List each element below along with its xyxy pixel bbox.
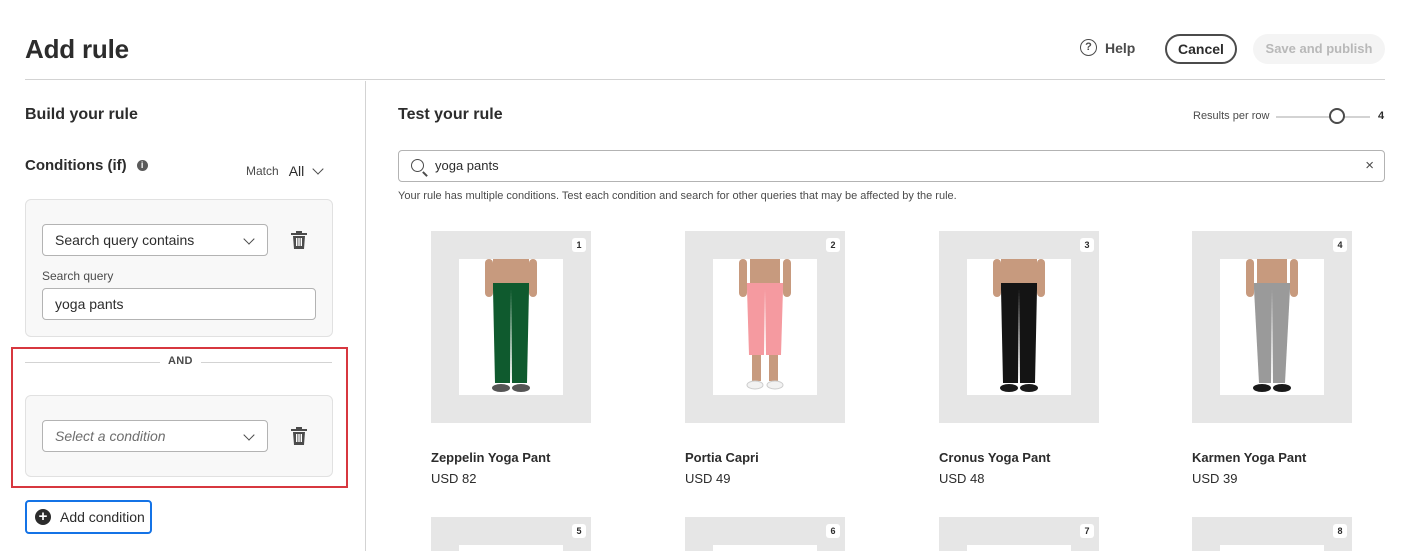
page-title: Add rule xyxy=(25,34,129,64)
product-image[interactable]: 3 xyxy=(939,231,1099,423)
plus-icon: + xyxy=(35,509,51,525)
match-dropdown[interactable]: Match All xyxy=(246,162,324,179)
product-photo xyxy=(1220,259,1324,395)
save-and-publish-button[interactable]: Save and publish xyxy=(1253,34,1385,64)
condition-type-value: Search query contains xyxy=(55,232,195,248)
match-label: Match xyxy=(246,164,279,178)
search-icon xyxy=(411,159,424,172)
chevron-down-icon xyxy=(243,233,255,245)
select-condition-placeholder: Select a condition xyxy=(55,428,166,444)
help-label: Help xyxy=(1105,39,1136,56)
product-photo xyxy=(713,259,817,395)
product-photo xyxy=(1220,545,1324,551)
search-query-label: Search query xyxy=(42,269,114,283)
select-condition-dropdown[interactable]: Select a condition xyxy=(42,420,268,452)
build-rule-title: Build your rule xyxy=(25,106,138,123)
product-price: USD 39 xyxy=(1192,471,1238,486)
rank-badge: 1 xyxy=(572,238,586,252)
product-price: USD 49 xyxy=(685,471,731,486)
header: Add rule ? Help Cancel Save and publish xyxy=(25,0,1385,80)
product-image[interactable]: 6 xyxy=(685,517,845,551)
test-hint-text: Your rule has multiple conditions. Test … xyxy=(398,190,957,202)
test-search-input[interactable]: yoga pants × xyxy=(398,150,1385,182)
rank-badge: 8 xyxy=(1333,524,1347,538)
test-rule-title: Test your rule xyxy=(398,106,503,123)
product-name[interactable]: Cronus Yoga Pant xyxy=(939,450,1050,465)
help-icon: ? xyxy=(1080,39,1097,56)
condition-type-select[interactable]: Search query contains xyxy=(42,224,268,256)
results-per-row-value: 4 xyxy=(1378,110,1385,122)
product-image[interactable]: 2 xyxy=(685,231,845,423)
product-image[interactable]: 7 xyxy=(939,517,1099,551)
search-query-text: yoga pants xyxy=(435,158,499,173)
trash-icon[interactable] xyxy=(291,427,307,445)
rank-badge: 3 xyxy=(1080,238,1094,252)
product-photo xyxy=(967,545,1071,551)
product-name[interactable]: Zeppelin Yoga Pant xyxy=(431,450,550,465)
product-photo xyxy=(967,259,1071,395)
search-query-input[interactable]: yoga pants xyxy=(42,288,316,320)
info-icon[interactable]: i xyxy=(136,160,148,171)
rank-badge: 4 xyxy=(1333,238,1347,252)
and-label: AND xyxy=(160,355,201,367)
cancel-button[interactable]: Cancel xyxy=(1165,34,1237,64)
rank-badge: 6 xyxy=(826,524,840,538)
rank-badge: 2 xyxy=(826,238,840,252)
product-image[interactable]: 1 xyxy=(431,231,591,423)
product-name[interactable]: Portia Capri xyxy=(685,450,759,465)
rank-badge: 7 xyxy=(1080,524,1094,538)
chevron-down-icon xyxy=(312,162,324,175)
chevron-down-icon xyxy=(243,429,255,441)
product-photo xyxy=(459,259,563,395)
conditions-label: Conditions (if) xyxy=(25,157,127,174)
results-per-row-slider-track[interactable] xyxy=(1276,116,1370,118)
product-image[interactable]: 4 xyxy=(1192,231,1352,423)
product-price: USD 82 xyxy=(431,471,477,486)
product-price: USD 48 xyxy=(939,471,985,486)
conditions-title: Conditions (if) i xyxy=(25,157,148,174)
product-image[interactable]: 5 xyxy=(431,517,591,551)
results-per-row-label: Results per row xyxy=(1193,110,1270,122)
match-value: All xyxy=(288,163,305,179)
help-link[interactable]: ? Help xyxy=(1080,39,1135,56)
product-photo xyxy=(459,545,563,551)
add-condition-button[interactable]: + Add condition xyxy=(25,500,152,534)
clear-icon[interactable]: × xyxy=(1365,151,1374,181)
rank-badge: 5 xyxy=(572,524,586,538)
product-image[interactable]: 8 xyxy=(1192,517,1352,551)
trash-icon[interactable] xyxy=(291,231,307,249)
results-per-row-slider-handle[interactable] xyxy=(1329,108,1345,124)
product-photo xyxy=(713,545,817,551)
add-condition-label: Add condition xyxy=(60,509,145,525)
product-name[interactable]: Karmen Yoga Pant xyxy=(1192,450,1306,465)
